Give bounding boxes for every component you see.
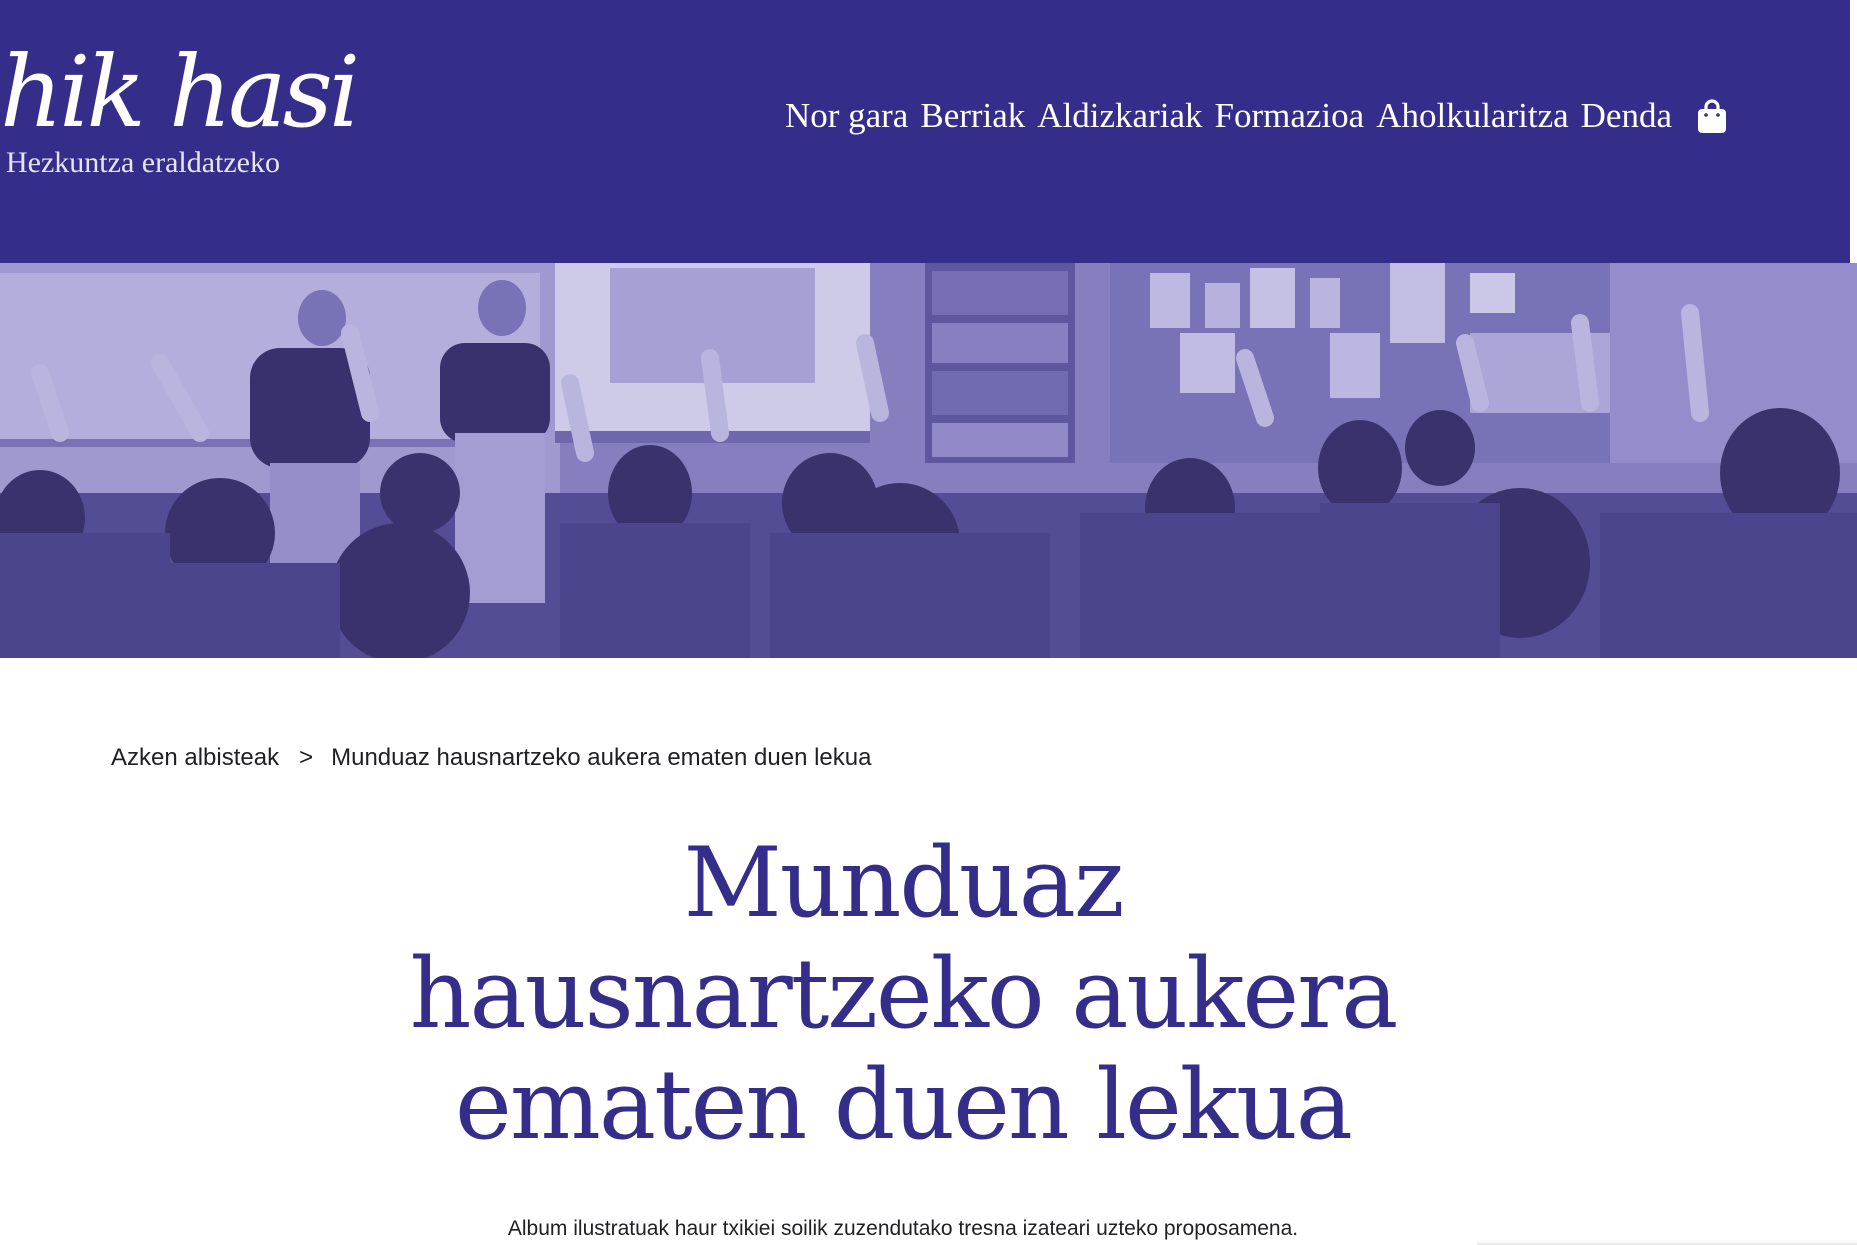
logo-wordmark: hik hasi <box>0 36 360 150</box>
article-lead: Album ilustratuak haur txikiei soilik zu… <box>507 1217 1299 1240</box>
article-title: Munduaz hausnartzeko aukera ematen duen … <box>409 827 1399 1161</box>
breadcrumb-separator: > <box>299 744 314 771</box>
cookie-bar-edge <box>1477 1241 1857 1245</box>
breadcrumb-link-azken-albisteak[interactable]: Azken albisteak <box>111 743 279 773</box>
nav-item-aldizkariak[interactable]: Aldizkariak <box>1037 95 1202 137</box>
nav-item-formazioa[interactable]: Formazioa <box>1215 95 1365 137</box>
shopping-bag-icon[interactable] <box>1696 98 1728 134</box>
main-nav: Nor gara Berriak Aldizkariak Formazioa A… <box>773 95 1728 137</box>
nav-item-denda[interactable]: Denda <box>1581 95 1672 137</box>
breadcrumb-current: Munduaz hausnartzeko aukera ematen duen … <box>331 744 872 771</box>
nav-item-aholkularitza[interactable]: Aholkularitza <box>1376 95 1568 137</box>
hero-image <box>0 263 1857 658</box>
nav-item-berriak[interactable]: Berriak <box>920 95 1025 137</box>
logo-tagline: Hezkuntza eraldatzeko <box>6 146 280 179</box>
site-header: hik hasi Hezkuntza eraldatzeko Nor gara … <box>0 0 1850 263</box>
classroom-photo <box>0 263 1857 658</box>
breadcrumb: Azken albisteak > Munduaz hausnartzeko a… <box>111 743 871 773</box>
site-logo[interactable]: hik hasi Hezkuntza eraldatzeko <box>0 36 360 180</box>
nav-item-nor-gara[interactable]: Nor gara <box>785 95 908 137</box>
